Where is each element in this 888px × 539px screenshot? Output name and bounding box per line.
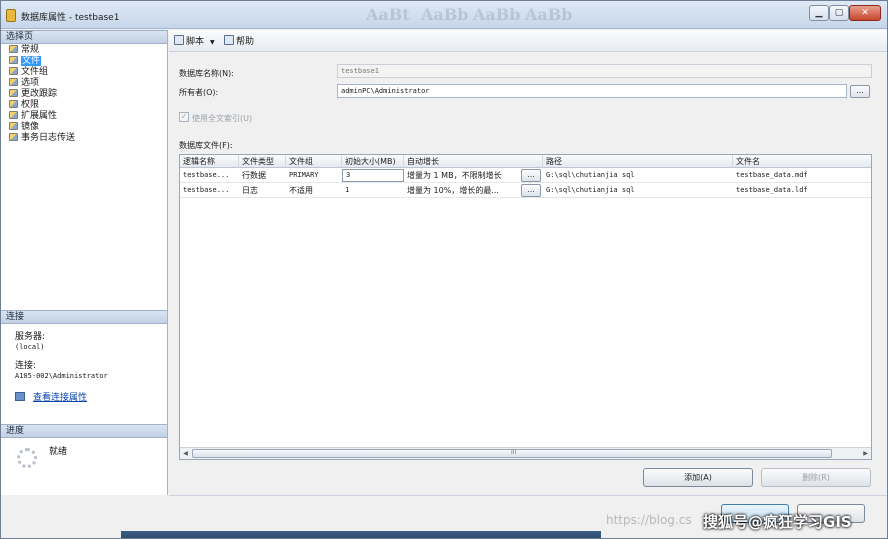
page-icon — [9, 111, 18, 119]
horizontal-scrollbar[interactable]: ◀ III ▶ — [180, 447, 871, 459]
table-row[interactable]: testbase... 日志 不适用 1 增量为 10%，增长的最... ...… — [180, 183, 871, 198]
database-icon — [6, 9, 16, 22]
cell-initial-size[interactable]: 1 — [342, 183, 404, 198]
owner-browse-button[interactable]: ... — [850, 85, 870, 98]
owner-field[interactable]: adminPC\Administrator — [337, 84, 847, 98]
progress-status: 就绪 — [49, 447, 68, 457]
column-header-file-type[interactable]: 文件类型 — [239, 155, 286, 168]
url-watermark: https://blog.cs — [606, 513, 692, 527]
help-icon — [224, 35, 234, 45]
database-properties-window: 数据库属性 - testbase1 AaBt AaBb AaBb AaBb ▁ … — [0, 0, 888, 539]
sidebar-item-files[interactable]: 文件 — [9, 56, 164, 67]
cell-filegroup: 不适用 — [289, 186, 313, 195]
brand-watermark: 搜狐号@疯狂学习GIS — [703, 513, 852, 531]
db-name-label: 数据库名称(N): — [179, 69, 234, 78]
db-files-label: 数据库文件(F): — [179, 141, 233, 150]
cell-filegroup: PRIMARY — [289, 171, 319, 179]
page-icon — [9, 78, 18, 86]
cell-path[interactable]: G:\sql\chutianjia sql — [543, 183, 733, 198]
sidebar: 选择页 常规 文件 文件组 选项 更改跟踪 权限 扩展属性 镜像 事务日志传送 … — [1, 30, 168, 495]
toolbar: 脚本 ▼ 帮助 — [169, 30, 887, 52]
sidebar-item-log-shipping[interactable]: 事务日志传送 — [9, 133, 164, 144]
owner-label: 所有者(O): — [179, 88, 219, 97]
sidebar-item-mirroring[interactable]: 镜像 — [9, 122, 164, 133]
chevron-down-icon[interactable]: ▼ — [210, 39, 215, 46]
page-icon — [9, 133, 18, 141]
autogrowth-edit-button[interactable]: ... — [521, 169, 541, 182]
fulltext-checkbox[interactable]: ✓ — [179, 112, 189, 122]
remove-file-button[interactable]: 删除(R) — [761, 468, 871, 487]
sidebar-item-change-tracking[interactable]: 更改跟踪 — [9, 89, 164, 100]
page-icon — [9, 45, 18, 53]
minimize-button[interactable]: ▁ — [809, 5, 829, 21]
column-header-autogrowth[interactable]: 自动增长 — [404, 155, 543, 168]
ghost-style-preview-1: AaBt — [366, 5, 410, 24]
autogrowth-edit-button[interactable]: ... — [521, 184, 541, 197]
title-bar: 数据库属性 - testbase1 AaBt AaBb AaBb AaBb ▁ … — [1, 1, 887, 29]
table-row[interactable]: testbase... 行数据 PRIMARY 3 增量为 1 MB，不限制增长… — [180, 168, 871, 183]
server-label: 服务器: — [15, 332, 46, 342]
cell-logical-name[interactable]: testbase... — [180, 183, 239, 198]
sidebar-item-options[interactable]: 选项 — [9, 78, 164, 89]
cell-logical-name[interactable]: testbase... — [180, 168, 239, 183]
page-icon — [9, 89, 18, 97]
cell-initial-size-input[interactable]: 3 — [342, 169, 404, 182]
scrollbar-grip: III — [511, 449, 517, 456]
sidebar-item-extended-properties[interactable]: 扩展属性 — [9, 111, 164, 122]
progress-header: 进度 — [1, 424, 167, 438]
scrollbar-thumb[interactable]: III — [192, 449, 832, 458]
cell-path[interactable]: G:\sql\chutianjia sql — [543, 168, 733, 183]
maximize-button[interactable]: ▢ — [829, 5, 849, 21]
select-page-header: 选择页 — [1, 30, 167, 44]
column-header-path[interactable]: 路径 — [543, 155, 733, 168]
sidebar-item-general[interactable]: 常规 — [9, 45, 164, 56]
database-files-grid: 逻辑名称 文件类型 文件组 初始大小(MB) 自动增长 路径 文件名 testb… — [179, 154, 872, 460]
column-header-initial-size[interactable]: 初始大小(MB) — [342, 155, 404, 168]
cell-autogrowth: 增量为 1 MB，不限制增长 — [407, 171, 502, 180]
window-title: 数据库属性 - testbase1 — [21, 13, 120, 23]
fulltext-label: 使用全文索引(U) — [192, 114, 253, 123]
page-icon — [9, 100, 18, 108]
scroll-left-icon[interactable]: ◀ — [180, 448, 191, 459]
main-content: 脚本 ▼ 帮助 数据库名称(N): testbase1 所有者(O): admin… — [169, 30, 887, 495]
background-taskbar — [121, 531, 601, 538]
ghost-style-preview-3: AaBb — [473, 5, 521, 24]
column-header-logical-name[interactable]: 逻辑名称 — [180, 155, 239, 168]
grid-header: 逻辑名称 文件类型 文件组 初始大小(MB) 自动增长 路径 文件名 — [180, 155, 871, 168]
page-icon — [9, 67, 18, 75]
progress-spinner-icon — [17, 448, 37, 468]
ghost-style-preview-4: AaBb — [525, 5, 573, 24]
db-name-field: testbase1 — [337, 64, 872, 78]
cell-autogrowth: 增量为 10%，增长的最... — [407, 186, 499, 195]
script-icon — [174, 35, 184, 45]
view-connection-properties[interactable]: 查看连接属性 — [15, 392, 87, 403]
scroll-right-icon[interactable]: ▶ — [860, 448, 871, 459]
close-button[interactable]: ✕ — [849, 5, 881, 21]
cell-file-type: 行数据 — [242, 171, 266, 180]
column-header-file-name[interactable]: 文件名 — [733, 155, 871, 168]
cell-file-name[interactable]: testbase_data.mdf — [733, 168, 871, 183]
column-header-filegroup[interactable]: 文件组 — [286, 155, 342, 168]
connection-header: 连接 — [1, 310, 167, 324]
add-file-button[interactable]: 添加(A) — [643, 468, 753, 487]
cell-file-type: 日志 — [242, 186, 258, 195]
server-value: (local) — [15, 343, 45, 351]
sidebar-item-filegroups[interactable]: 文件组 — [9, 67, 164, 78]
help-button[interactable]: 帮助 — [224, 35, 254, 47]
page-icon — [9, 56, 18, 64]
script-button[interactable]: 脚本 ▼ — [174, 35, 215, 47]
sidebar-item-permissions[interactable]: 权限 — [9, 100, 164, 111]
ghost-style-preview-2: AaBb — [421, 5, 469, 24]
connection-value: A105-002\Administrator — [15, 372, 108, 380]
cell-file-name[interactable]: testbase_data.ldf — [733, 183, 871, 198]
page-icon — [9, 122, 18, 130]
connection-label: 连接: — [15, 361, 37, 371]
properties-icon — [15, 392, 25, 401]
